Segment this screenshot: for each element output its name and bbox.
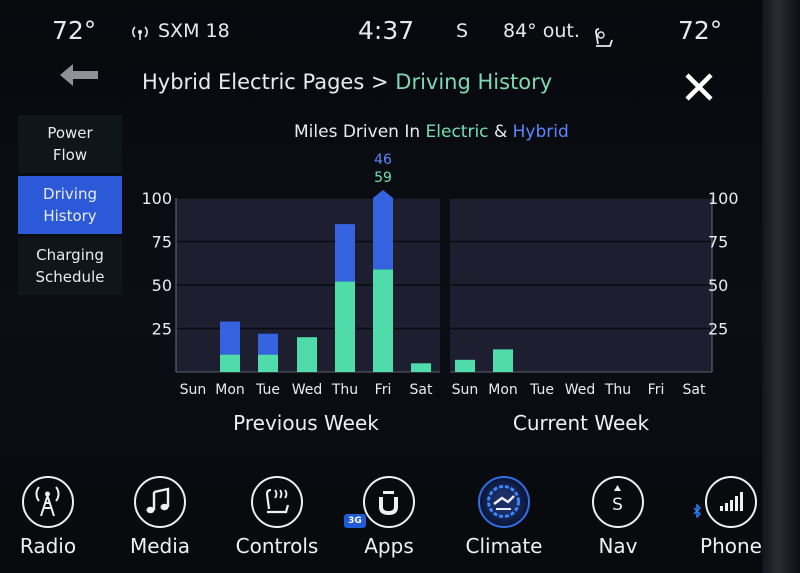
bar-electric-tue xyxy=(258,354,278,372)
dock-controls-button[interactable]: Controls xyxy=(224,476,334,571)
x-tick-label: Sun xyxy=(180,382,207,398)
breadcrumb-separator: > xyxy=(370,70,389,94)
chart-title-prefix: Miles Driven In xyxy=(294,122,421,142)
bar-electric-fri xyxy=(373,269,393,372)
device-bezel xyxy=(762,0,800,573)
bar-hybrid-mon xyxy=(220,321,240,355)
satellite-radio-icon xyxy=(132,26,148,40)
data-label-electric: 59 xyxy=(374,170,392,186)
dock-label: Controls xyxy=(235,534,319,558)
bar-hybrid-thu xyxy=(335,224,355,282)
x-tick-label: Wed xyxy=(565,382,596,398)
x-tick-label: Thu xyxy=(604,382,631,398)
y-tick-label-right: 100 xyxy=(708,189,739,208)
phone-signal-icon xyxy=(705,476,757,528)
heated-seat-icon[interactable] xyxy=(590,26,616,50)
chart-title-hybrid: Hybrid xyxy=(512,122,569,142)
seat-controls-icon xyxy=(251,476,303,528)
apps-3g-badge: 3G xyxy=(344,514,366,528)
dock-climate-button[interactable]: Climate xyxy=(451,476,561,571)
x-tick-label: Sat xyxy=(683,382,706,398)
y-tick-label-left: 25 xyxy=(152,320,172,339)
bar-electric-mon xyxy=(493,349,513,372)
radio-source[interactable]: SXM 18 xyxy=(158,20,230,42)
outside-temp: 84° out. xyxy=(503,20,580,42)
back-arrow-icon[interactable] xyxy=(60,64,100,86)
driver-temp[interactable]: 72° xyxy=(52,16,96,45)
bar-electric-sat xyxy=(411,363,431,372)
x-tick-label: Sat xyxy=(410,382,433,398)
y-tick-label-left: 75 xyxy=(152,233,172,252)
bar-overflow-marker xyxy=(373,190,393,198)
driving-history-chart: 25 25 50 50 75 75 100 100 Sun Mon Tue Wed Thu Fri Sat 4… xyxy=(141,152,739,435)
chart-title-amp: & xyxy=(493,122,508,142)
breadcrumb-parent[interactable]: Hybrid Electric Pages xyxy=(142,70,364,94)
x-tick-label: Sun xyxy=(452,382,479,398)
bluetooth-icon xyxy=(693,504,702,518)
x-tick-label: Tue xyxy=(529,382,554,398)
nav-compass-letter: S xyxy=(612,495,623,515)
y-tick-label-left: 100 xyxy=(141,189,172,208)
y-tick-label-right: 50 xyxy=(708,276,728,295)
compass-nav-icon: S xyxy=(592,476,644,528)
page-title: Hybrid Electric Pages > Driving History xyxy=(142,70,552,94)
group-label-current-week: Current Week xyxy=(513,411,650,435)
x-tick-label: Thu xyxy=(331,382,358,398)
x-tick-label: Mon xyxy=(488,382,518,398)
clock: 4:37 xyxy=(358,16,415,45)
dock-label: Apps xyxy=(364,534,414,558)
dock-label: Radio xyxy=(19,534,77,558)
x-tick-label: Tue xyxy=(255,382,280,398)
bar-electric-wed xyxy=(297,337,317,372)
x-tick-label: Fri xyxy=(375,382,392,398)
bar-hybrid-fri xyxy=(373,198,393,270)
music-note-icon xyxy=(134,476,186,528)
y-tick-label-right: 75 xyxy=(708,233,728,252)
dock-label: Media xyxy=(129,534,191,558)
status-bar: 72° SXM 18 4:37 S 84° out. 72° xyxy=(0,0,762,60)
data-label-hybrid: 46 xyxy=(374,152,392,168)
uconnect-apps-icon xyxy=(363,476,415,528)
radio-tower-icon xyxy=(22,476,74,528)
x-tick-label: Mon xyxy=(215,382,245,398)
climate-fan-icon xyxy=(478,476,530,528)
x-tick-label: Fri xyxy=(648,382,665,398)
bar-electric-sun xyxy=(455,359,475,372)
head-unit-screen: 72° SXM 18 4:37 S 84° out. 72° Hybrid El… xyxy=(0,0,762,573)
bar-hybrid-tue xyxy=(258,333,278,355)
dock-nav-button[interactable]: S Nav xyxy=(565,476,675,571)
group-label-previous-week: Previous Week xyxy=(233,411,379,435)
bar-electric-thu xyxy=(335,281,355,372)
dock-label: Climate xyxy=(465,534,543,558)
chart-title: Miles Driven In Electric & Hybrid xyxy=(294,122,569,142)
y-tick-label-right: 25 xyxy=(708,320,728,339)
bar-electric-mon xyxy=(220,354,240,372)
x-tick-label: Wed xyxy=(292,382,323,398)
y-tick-label-left: 50 xyxy=(152,276,172,295)
compass-heading: S xyxy=(456,20,469,42)
chart-title-electric: Electric xyxy=(425,122,489,142)
dock-radio-button[interactable]: Radio xyxy=(0,476,105,571)
bottom-dock: Radio Media Controls Apps Climate S Nav … xyxy=(0,470,762,573)
dock-label: Nav xyxy=(598,534,638,558)
close-icon[interactable] xyxy=(682,70,716,104)
breadcrumb-current: Driving History xyxy=(395,70,553,94)
dock-media-button[interactable]: Media xyxy=(107,476,217,571)
passenger-temp[interactable]: 72° xyxy=(678,16,722,45)
